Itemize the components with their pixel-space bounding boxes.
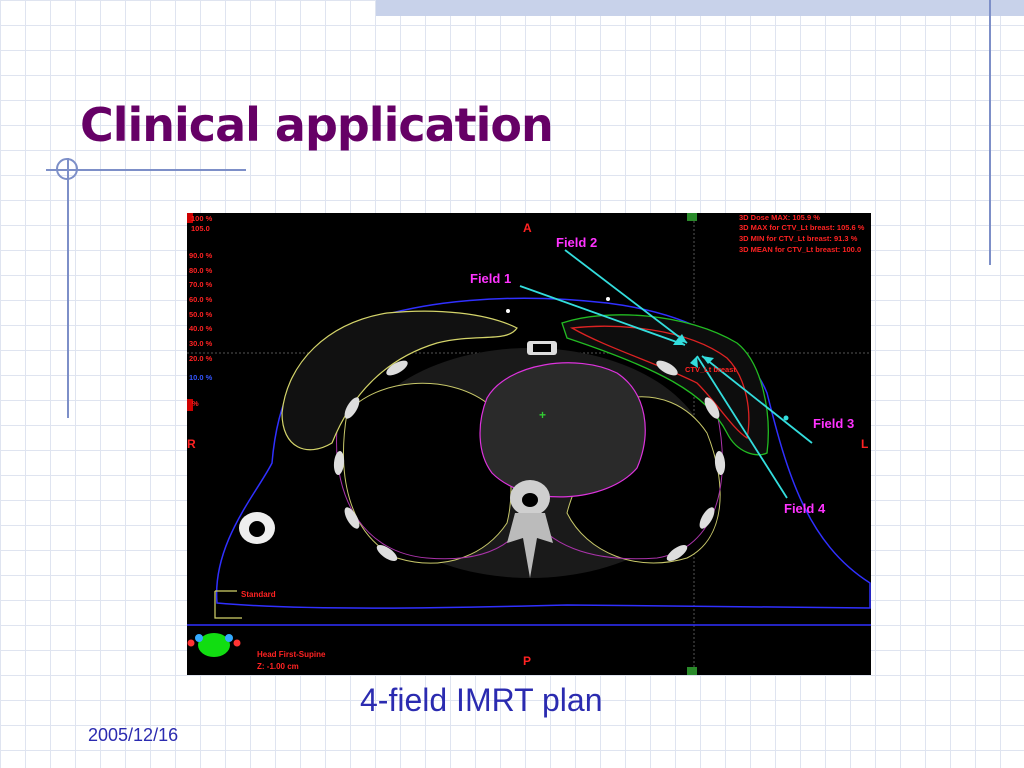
field-label-1: Field 1: [470, 271, 511, 286]
field-label-4: Field 4: [784, 501, 826, 516]
slice-position-label: Z: -1.00 cm: [257, 662, 299, 671]
orientation-anterior-label: A: [523, 221, 532, 235]
dose-stat-line: 3D MAX for CTV_Lt breast: 105.6 %: [739, 223, 865, 232]
dose-legend-item: 40.0 %: [189, 324, 213, 333]
dose-legend-item: 90.0 %: [189, 251, 213, 260]
dose-legend-item: 50.0 %: [189, 310, 213, 319]
slide-date: 2005/12/16: [88, 725, 179, 745]
dose-legend-item: 105.0: [191, 224, 210, 233]
header-band: [376, 0, 1024, 16]
svg-text:%: %: [192, 399, 199, 408]
dose-legend-item: 20.0 %: [189, 354, 213, 363]
orientation-right-label: R: [187, 437, 196, 451]
window-preset-label: Standard: [241, 590, 276, 599]
field-label-3: Field 3: [813, 416, 854, 431]
decorative-vertical-line: [989, 0, 991, 265]
slide-caption: 4-field IMRT plan: [360, 682, 603, 718]
decorative-circle: [56, 158, 78, 180]
dose-legend-item: 30.0 %: [189, 339, 213, 348]
ct-dose-image: + 100 % 105.0 90.0 % 80.0 % 70.0 % 60.0 …: [187, 213, 871, 675]
field-label-2: Field 2: [556, 235, 597, 250]
slide-title: Clinical application: [80, 98, 554, 152]
svg-text:100 %: 100 %: [191, 214, 213, 223]
dose-legend-item: 60.0 %: [189, 295, 213, 304]
dose-stat-line: 3D MEAN for CTV_Lt breast: 100.0: [739, 245, 861, 254]
patient-position-label: Head First-Supine: [257, 650, 326, 659]
dose-legend-item: 10.0 %: [189, 373, 213, 382]
dose-stat-line: 3D MIN for CTV_Lt breast: 91.3 %: [739, 234, 858, 243]
svg-text:+: +: [539, 408, 546, 422]
orientation-left-label: L: [861, 437, 868, 451]
dose-legend-item: 70.0 %: [189, 280, 213, 289]
orientation-posterior-label: P: [523, 654, 531, 668]
decorative-vertical-line-left: [67, 158, 69, 418]
dose-legend-item: 80.0 %: [189, 266, 213, 275]
dose-stat-line: 3D Dose MAX: 105.9 %: [739, 213, 820, 222]
target-structure-label: CTV_Lt breast: [685, 365, 736, 374]
